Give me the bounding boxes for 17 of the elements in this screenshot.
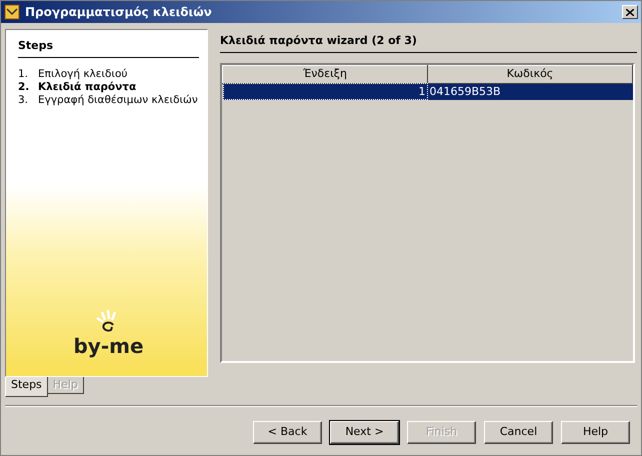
window-title: Προγραμματισμός κλειδιών: [25, 4, 212, 21]
wizard-button[interactable]: < Back: [253, 421, 322, 444]
logo: by-me: [73, 310, 144, 356]
app-icon: [4, 4, 20, 20]
page-title: Κλειδιά παρόντα wizard (2 of 3): [220, 33, 637, 52]
column-header[interactable]: Κωδικός: [428, 65, 632, 83]
step-item: 2. Κλειδιά παρόντα: [18, 80, 138, 94]
wizard-button[interactable]: Cancel: [484, 421, 553, 444]
step-item: 1. Επιλογή κλειδιού: [18, 68, 128, 80]
steps-title: Steps: [18, 38, 199, 58]
side-tab[interactable]: Steps: [5, 377, 48, 397]
wizard-button[interactable]: Next >: [330, 421, 399, 444]
step-item: 3. Εγγραφή διαθέσιμων κλειδιών: [18, 94, 199, 106]
wizard-button[interactable]: Help: [561, 421, 630, 444]
column-header[interactable]: Ένδειξη: [222, 65, 428, 83]
close-icon: [626, 8, 634, 16]
close-button[interactable]: [622, 5, 638, 19]
